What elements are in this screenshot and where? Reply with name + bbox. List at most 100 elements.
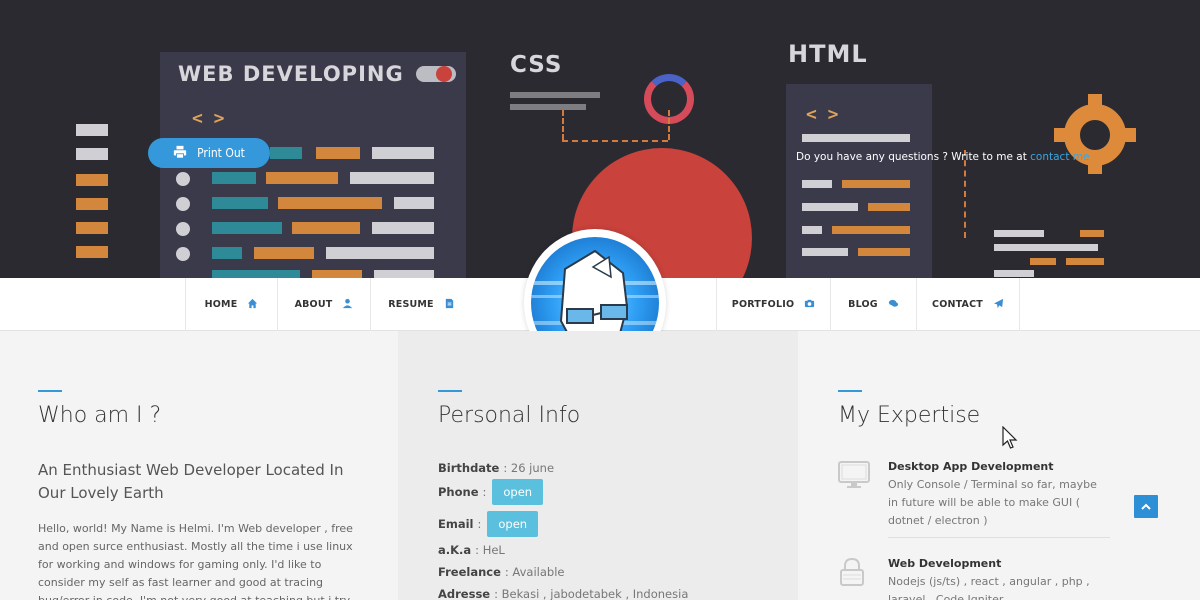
gear-tooth — [1054, 128, 1068, 142]
nav-resume[interactable]: RESUME — [370, 278, 472, 331]
expertise-title: My Expertise — [838, 403, 981, 428]
about-subtitle: An Enthusiast Web Developer Located In O… — [38, 461, 344, 502]
web-developing-title: WEB DEVELOPING — [178, 62, 404, 86]
deco-bar — [76, 222, 108, 234]
deco-bar — [994, 244, 1098, 251]
paper-plane-icon — [993, 298, 1004, 312]
desktop-icon — [838, 461, 870, 494]
deco-dot — [176, 172, 190, 186]
about-body: Hello, world! My Name is Helmi. I'm Web … — [38, 522, 353, 600]
deco-dash — [668, 110, 670, 140]
address-value: : Bekasi , jabodetabek , Indonesia — [494, 587, 689, 600]
camera-icon — [804, 298, 815, 312]
birthdate-row: Birthdate : 26 june — [438, 461, 554, 475]
gear-tooth — [1088, 160, 1102, 174]
about-title: Who am I ? — [38, 403, 162, 428]
deco-bar — [994, 270, 1034, 277]
address-label: Adresse — [438, 587, 491, 600]
nav-contact[interactable]: CONTACT — [916, 278, 1020, 331]
deco-dot — [176, 247, 190, 261]
nav-blog[interactable]: BLOG — [830, 278, 916, 331]
deco-bar — [1066, 258, 1104, 265]
deco-bar — [76, 246, 108, 258]
nav-about[interactable]: ABOUT — [277, 278, 370, 331]
birthdate-label: Birthdate — [438, 461, 500, 475]
deco-bar — [802, 248, 848, 256]
freelance-label: Freelance — [438, 565, 501, 579]
nav-portfolio[interactable]: PORTFOLIO — [716, 278, 830, 331]
deco-bar — [802, 180, 832, 188]
deco-bar — [326, 247, 434, 259]
html-title: HTML — [788, 40, 868, 68]
deco-bar — [394, 197, 434, 209]
css-title: CSS — [510, 52, 563, 78]
deco-bar — [802, 134, 910, 142]
contact-me-link[interactable]: contact me — [1030, 151, 1089, 163]
deco-bar — [1030, 258, 1056, 265]
personal-info-column: Personal Info Birthdate : 26 june Phone … — [398, 331, 798, 600]
email-label: Email — [438, 517, 474, 531]
deco-bar — [270, 147, 302, 159]
nav-contact-label: CONTACT — [932, 299, 983, 310]
deco-dash — [562, 110, 564, 140]
question-text: Do you have any questions ? Write to me … — [796, 151, 1089, 163]
deco-bar — [212, 197, 268, 209]
deco-bar — [212, 247, 242, 259]
expertise-divider — [888, 537, 1110, 538]
deco-bar — [212, 222, 282, 234]
code-tag-right: < > — [806, 104, 839, 125]
expertise-item-title: Web Development — [888, 557, 1002, 570]
deco-bar — [510, 104, 586, 110]
expertise-column: My Expertise Desktop App Development Onl… — [798, 331, 1200, 600]
expertise-item-desc: Only Console / Terminal so far, maybe in… — [888, 478, 1097, 527]
about-column: Who am I ? An Enthusiast Web Developer L… — [0, 331, 398, 600]
deco-bar — [76, 148, 108, 160]
deco-bar — [292, 222, 360, 234]
phone-row: Phone : open — [438, 479, 544, 505]
freelance-value: : Available — [504, 565, 565, 579]
freelance-row: Freelance : Available — [438, 565, 565, 579]
deco-bar — [802, 203, 858, 211]
address-row: Adresse : Bekasi , jabodetabek , Indones… — [438, 587, 688, 600]
print-out-label: Print Out — [197, 146, 245, 160]
printer-icon — [173, 145, 187, 162]
deco-bar — [372, 222, 434, 234]
deco-bar — [76, 124, 108, 136]
aka-row: a.K.a : HeL — [438, 543, 505, 557]
nav-portfolio-label: PORTFOLIO — [731, 299, 795, 310]
expertise-item-title: Desktop App Development — [888, 460, 1054, 473]
deco-bar — [372, 147, 434, 159]
deco-bar — [842, 180, 910, 188]
question-prefix: Do you have any questions ? Write to me … — [796, 151, 1031, 163]
aka-label: a.K.a — [438, 543, 472, 557]
print-out-button[interactable]: Print Out — [148, 138, 270, 168]
email-sep: : — [477, 517, 482, 531]
deco-bar — [76, 174, 108, 186]
deco-bar — [994, 230, 1044, 237]
phone-sep: : — [482, 485, 487, 499]
deco-bar — [316, 147, 360, 159]
deco-dot — [176, 222, 190, 236]
chevron-up-icon — [1141, 498, 1151, 516]
aka-value: : HeL — [475, 543, 505, 557]
about-accent-line — [38, 390, 62, 392]
deco-bar — [858, 248, 910, 256]
deco-bar — [278, 197, 382, 209]
personal-title: Personal Info — [438, 403, 581, 428]
expertise-accent-line — [838, 390, 862, 392]
nav-home[interactable]: HOME — [185, 278, 277, 331]
deco-bar — [510, 92, 600, 98]
file-icon — [444, 298, 455, 312]
mouse-cursor-icon — [1002, 425, 1018, 450]
deco-bar — [802, 226, 822, 234]
deco-dot — [176, 197, 190, 211]
deco-bar — [266, 172, 338, 184]
email-open-button[interactable]: open — [487, 511, 539, 537]
phone-open-button[interactable]: open — [492, 479, 544, 505]
gear-tooth — [1122, 128, 1136, 142]
deco-bar — [832, 226, 910, 234]
nav-blog-label: BLOG — [848, 299, 878, 310]
gear-tooth — [1088, 94, 1102, 108]
deco-dash — [964, 150, 966, 238]
scroll-to-top-button[interactable] — [1134, 495, 1158, 518]
